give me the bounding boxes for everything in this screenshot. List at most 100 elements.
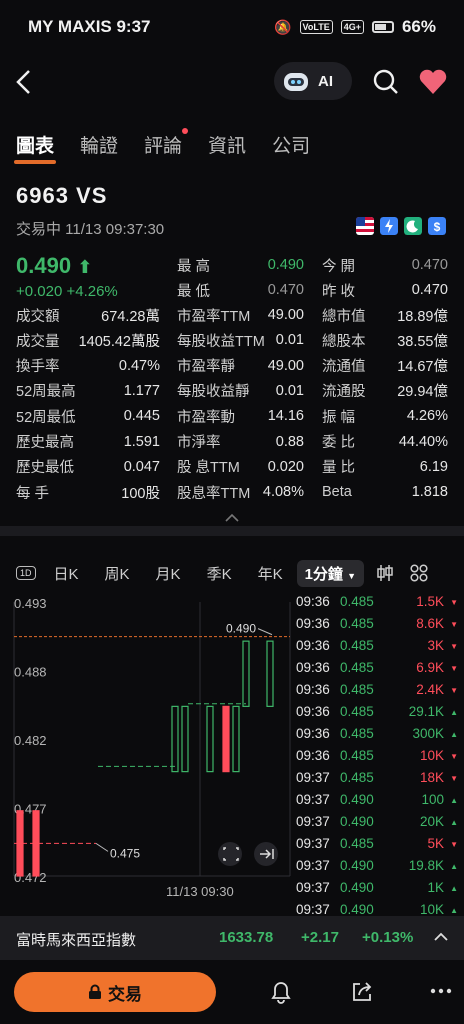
tab-chart[interactable]: 圖表: [13, 131, 57, 164]
trade-time: 09:37: [296, 770, 330, 785]
back-icon[interactable]: [14, 68, 34, 96]
trade-volume: 10K: [419, 902, 444, 916]
low-value: 0.470: [267, 282, 304, 298]
more-options-icon[interactable]: [430, 988, 452, 994]
trade-ticks-list[interactable]: 09:36 0.485 1.5K ▼ 09:36 0.485 8.6K ▼ 09:36 0.485…: [292, 592, 464, 916]
tab-year-k[interactable]: 年K: [258, 563, 283, 584]
favorite-heart-icon[interactable]: [418, 68, 448, 96]
trade-time: 09:36: [296, 638, 330, 653]
candlestick-settings-icon[interactable]: [376, 564, 394, 582]
stat-cell: 每股收益靜 0.01: [177, 380, 304, 402]
volte-badge: VoLTE: [299, 20, 333, 34]
trade-row: 09:36 0.485 29.1K ▲: [292, 704, 462, 724]
calendar-1d-icon[interactable]: 1D: [16, 566, 36, 580]
ai-label: AI: [318, 72, 333, 90]
stat-value: 44.40%: [398, 433, 448, 450]
y-tick-label: 0.488: [14, 665, 47, 680]
trade-time: 09:36: [296, 594, 330, 609]
stat-value: 6.19: [419, 458, 448, 475]
stat-cell: 股 息TTM 0.020: [177, 456, 304, 478]
up-tick-arrow-icon: ▲: [450, 818, 458, 827]
low-row: 最 低 0.470: [177, 279, 304, 301]
trade-volume: 20K: [419, 814, 444, 829]
tab-company[interactable]: 公司: [272, 131, 310, 158]
tab-news[interactable]: 資訊: [208, 131, 246, 158]
candle: [206, 705, 214, 773]
svg-text:$: $: [434, 220, 441, 234]
stat-label: 52周最低: [16, 409, 76, 426]
stat-cell: 市盈率動 14.16: [177, 405, 304, 427]
main-tabs: 圖表 輪證 評論 資訊 公司: [0, 122, 464, 166]
stat-label: 量 比: [322, 460, 356, 477]
stat-cell: 總股本 38.55億: [322, 329, 448, 351]
stat-value: 18.89億: [397, 308, 448, 325]
trade-price: 0.485: [340, 770, 374, 785]
tab-month-k[interactable]: 月K: [156, 563, 181, 584]
trade-time: 09:37: [296, 880, 330, 895]
down-tick-arrow-icon: ▼: [450, 620, 458, 629]
tab-week-k[interactable]: 周K: [105, 563, 130, 584]
stat-label: 市盈率動: [177, 409, 235, 426]
price-marker-leader: [257, 628, 273, 636]
index-ticker-bar[interactable]: 富時馬來西亞指數 1633.78 +2.17 +0.13%: [0, 916, 464, 960]
stat-label: 每股收益TTM: [177, 333, 265, 350]
high-label: 最 高: [177, 258, 211, 275]
candle: [266, 640, 274, 707]
trade-volume: 300K: [412, 726, 444, 741]
trade-time: 09:37: [296, 858, 330, 873]
open-row: 今 開 0.470: [322, 254, 448, 276]
tab-season-k[interactable]: 季K: [207, 563, 232, 584]
candle: [181, 705, 189, 773]
down-tick-arrow-icon: ▼: [450, 686, 458, 695]
stat-value: 49.00: [267, 307, 304, 323]
y-tick-label: 0.482: [14, 733, 47, 748]
stat-cell: 振 幅 4.26%: [322, 405, 448, 427]
lock-icon: [89, 984, 101, 999]
trade-button[interactable]: 交易: [14, 972, 216, 1012]
trade-row: 09:36 0.485 10K ▼: [292, 748, 462, 768]
tab-1min[interactable]: 1分鐘 ▼: [296, 559, 365, 587]
tab-comments[interactable]: 評論: [144, 127, 189, 158]
trade-price: 0.485: [340, 660, 374, 675]
grid-menu-icon[interactable]: [410, 564, 428, 582]
price-change: +0.020 +4.26%: [16, 283, 118, 300]
trade-label: 交易: [108, 984, 142, 1004]
share-icon[interactable]: [350, 980, 374, 1004]
trade-price: 0.485: [340, 682, 374, 697]
trade-price: 0.485: [340, 638, 374, 653]
stat-label: 每股收益靜: [177, 384, 250, 401]
stat-value: 14.67億: [397, 359, 448, 376]
stat-value: 14.16: [267, 408, 304, 425]
prev-close-label: 昨 收: [322, 283, 356, 300]
tab-day-k[interactable]: 日K: [54, 563, 79, 584]
candle: [242, 640, 250, 707]
stat-label: 總市值: [322, 308, 366, 325]
intraday-chart[interactable]: 0.4930.4880.4820.4770.4720.4900.47511/13…: [0, 592, 292, 908]
ai-button[interactable]: AI: [274, 62, 352, 100]
price-alert-bell-icon[interactable]: [270, 980, 292, 1004]
stat-label: 股 息TTM: [177, 460, 240, 477]
down-tick-arrow-icon: ▼: [450, 664, 458, 673]
trading-status: 交易中 11/13 09:37:30: [16, 221, 165, 238]
collapse-chevron-icon[interactable]: [224, 513, 240, 523]
expand-chevron-icon[interactable]: [434, 932, 448, 942]
trade-row: 09:37 0.490 20K ▲: [292, 814, 462, 834]
fullscreen-button[interactable]: [218, 842, 242, 866]
x-axis-label: 11/13 09:30: [166, 884, 234, 899]
chart-period-tabs: 1D 日K 周K 月K 季K 年K 1分鐘 ▼: [0, 555, 464, 591]
stat-value: 0.88: [275, 433, 304, 450]
stat-label: 成交量: [16, 333, 60, 350]
down-tick-arrow-icon: ▼: [450, 642, 458, 651]
down-tick-arrow-icon: ▼: [450, 752, 458, 761]
stat-cell: Beta 1.818: [322, 481, 448, 503]
up-tick-arrow-icon: ▲: [450, 906, 458, 915]
stat-label: 市盈率TTM: [177, 308, 251, 325]
index-name: 富時馬來西亞指數: [16, 932, 137, 949]
search-icon[interactable]: [372, 68, 400, 96]
tab-warrants[interactable]: 輪證: [80, 131, 118, 158]
stat-label: 總股本: [322, 333, 366, 350]
low-label: 最 低: [177, 283, 211, 300]
stat-value: 4.08%: [262, 484, 304, 501]
trade-price: 0.485: [340, 836, 374, 851]
trade-time: 09:36: [296, 726, 330, 741]
